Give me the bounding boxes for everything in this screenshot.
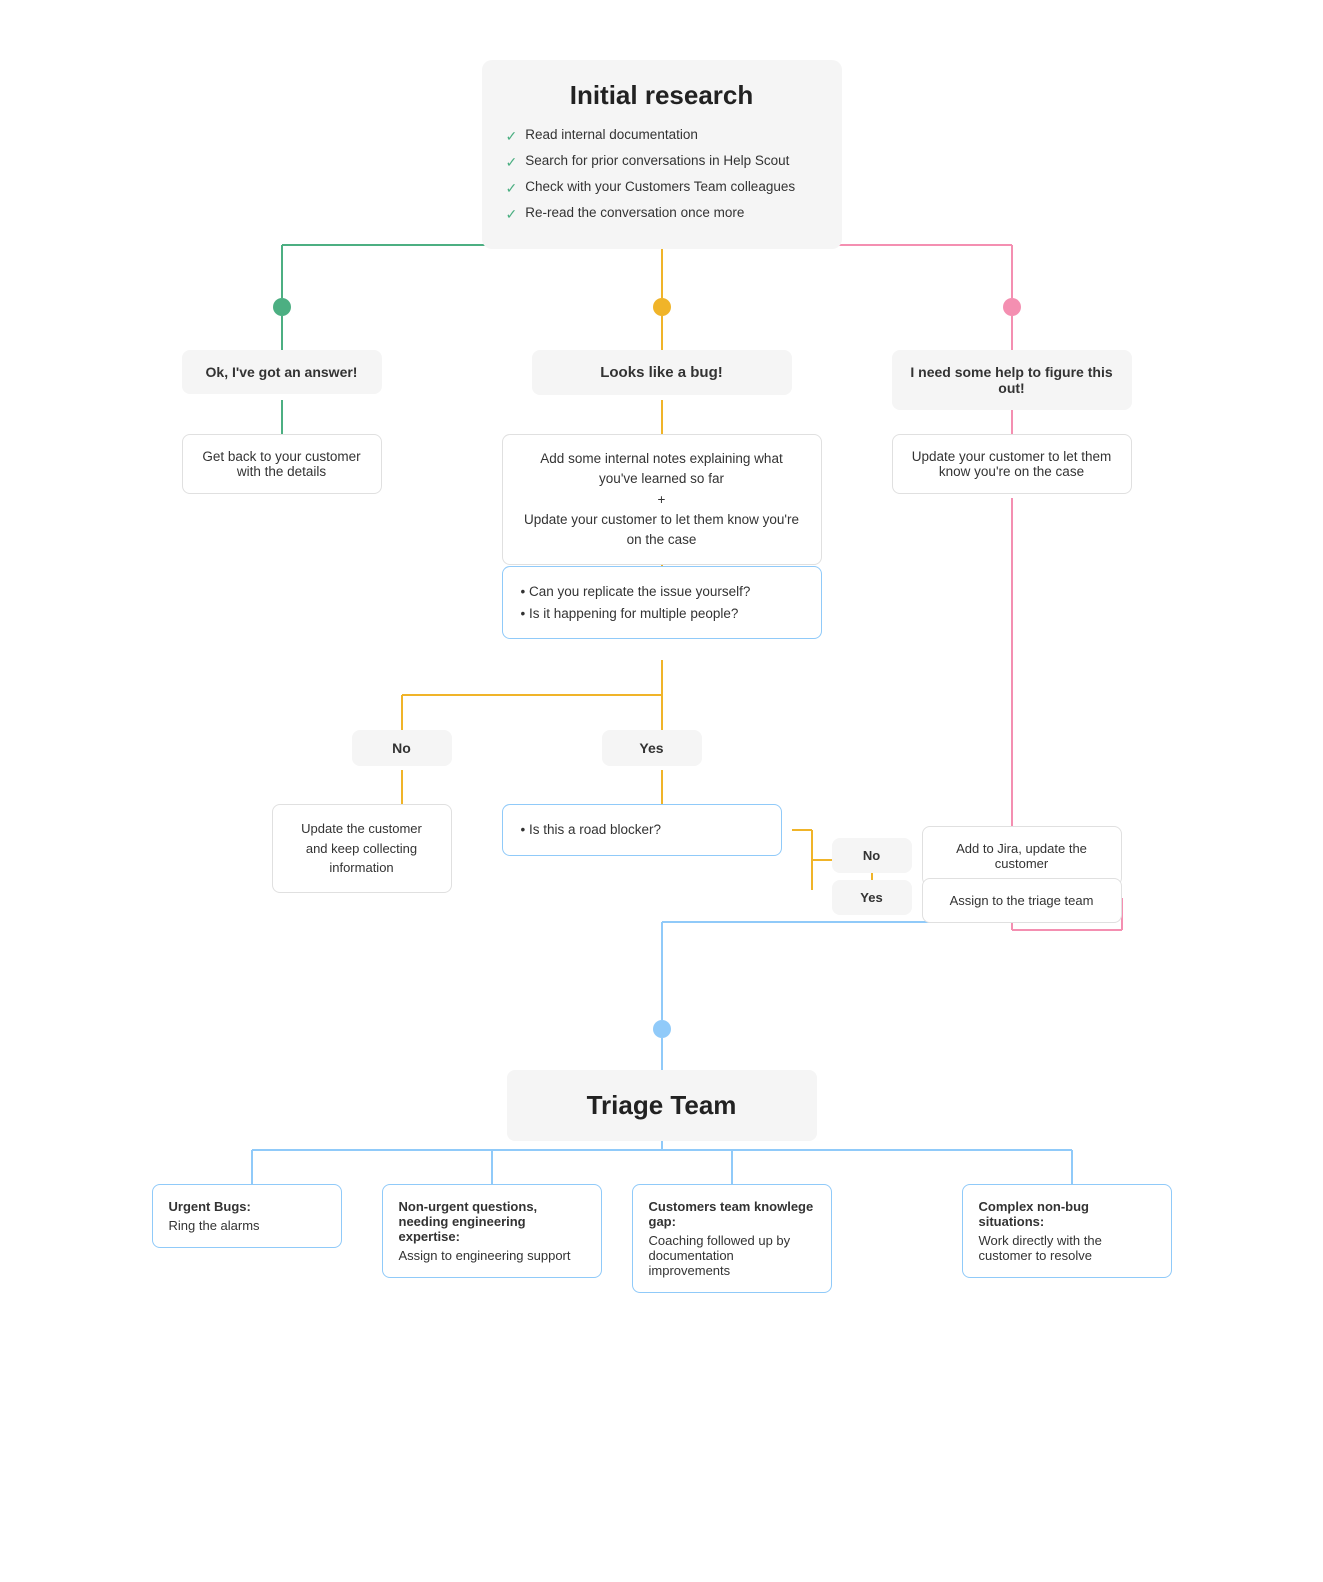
- triage-team-title: Triage Team: [537, 1090, 787, 1121]
- road-blocker-box: • Is this a road blocker?: [502, 804, 782, 856]
- update-collecting-box: Update the customer and keep collecting …: [272, 804, 452, 893]
- bug-questions-box: • Can you replicate the issue yourself? …: [502, 566, 822, 639]
- triage-leaf-nonurgent: Non-urgent questions, needing engineerin…: [382, 1184, 602, 1278]
- get-back-customer-box: Get back to your customer with the detai…: [182, 434, 382, 494]
- initial-research-title: Initial research: [506, 80, 818, 111]
- checklist-item-2: ✓ Search for prior conversations in Help…: [506, 153, 818, 171]
- ok-got-answer-box: Ok, I've got an answer!: [182, 350, 382, 394]
- yes-label-mid: Yes: [602, 730, 702, 766]
- check-icon-2: ✓: [506, 154, 518, 171]
- checklist-item-3: ✓ Check with your Customers Team colleag…: [506, 179, 818, 197]
- checklist-item-4: ✓ Re-read the conversation once more: [506, 205, 818, 223]
- yes-label-blocker: Yes: [832, 880, 912, 915]
- triage-leaf-complex: Complex non-bug situations: Work directl…: [962, 1184, 1172, 1278]
- triage-leaf-knowledge: Customers team knowlege gap: Coaching fo…: [632, 1184, 832, 1293]
- no-label-left: No: [352, 730, 452, 766]
- check-icon-4: ✓: [506, 206, 518, 223]
- update-customer-right-box: Update your customer to let them know yo…: [892, 434, 1132, 494]
- assign-triage-box: Assign to the triage team: [922, 878, 1122, 923]
- blue-dot: [653, 1020, 671, 1038]
- triage-leaf-urgent: Urgent Bugs: Ring the alarms: [152, 1184, 342, 1248]
- triage-team-box: Triage Team: [507, 1070, 817, 1141]
- flowchart-diagram: Initial research ✓ Read internal documen…: [0, 0, 1323, 60]
- add-internal-notes-box: Add some internal notes explaining what …: [502, 434, 822, 565]
- need-help-box: I need some help to figure this out!: [892, 350, 1132, 410]
- check-icon-1: ✓: [506, 128, 518, 145]
- no-label-blocker: No: [832, 838, 912, 873]
- looks-like-bug-box: Looks like a bug!: [532, 350, 792, 395]
- check-icon-3: ✓: [506, 180, 518, 197]
- checklist-item-1: ✓ Read internal documentation: [506, 127, 818, 145]
- yellow-dot: [653, 298, 671, 316]
- initial-research-box: Initial research ✓ Read internal documen…: [482, 60, 842, 249]
- add-to-jira-box: Add to Jira, update the customer: [922, 826, 1122, 886]
- pink-dot: [1003, 298, 1021, 316]
- green-dot: [273, 298, 291, 316]
